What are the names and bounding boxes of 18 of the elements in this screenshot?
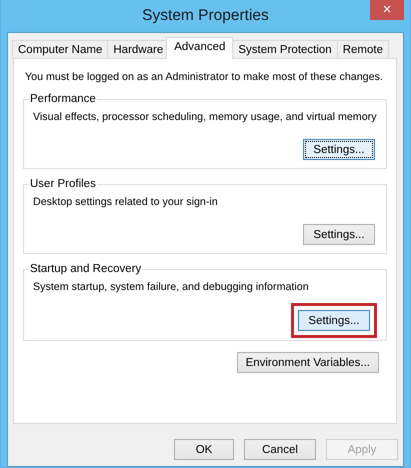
group-title: User Profiles — [29, 178, 97, 190]
tab[interactable]: Remote — [336, 40, 389, 59]
close-button[interactable]: × — [370, 0, 404, 20]
group-title: Performance — [29, 93, 97, 105]
dialog-button[interactable]: OK — [174, 439, 234, 460]
group-title: Startup and Recovery — [29, 263, 142, 275]
environment-variables-button[interactable]: Environment Variables... — [236, 352, 379, 373]
window-title: System Properties — [142, 7, 269, 25]
admin-notice: You must be logged on as an Administrator to make most of these changes. — [25, 71, 383, 83]
tab[interactable]: Computer Name — [12, 40, 108, 59]
group-description: System startup, system failure, and debugging information — [33, 281, 310, 293]
tab[interactable]: Advanced — [166, 37, 234, 59]
settings-button[interactable]: Settings... — [303, 224, 375, 245]
dialog-button[interactable]: Cancel — [244, 439, 316, 460]
settings-button[interactable]: Settings... — [303, 139, 375, 160]
settings-button[interactable]: Settings... — [298, 310, 370, 331]
group-description: Desktop settings related to your sign-in — [33, 196, 219, 208]
group-description: Visual effects, processor scheduling, memory usage, and virtual memory — [33, 111, 377, 123]
